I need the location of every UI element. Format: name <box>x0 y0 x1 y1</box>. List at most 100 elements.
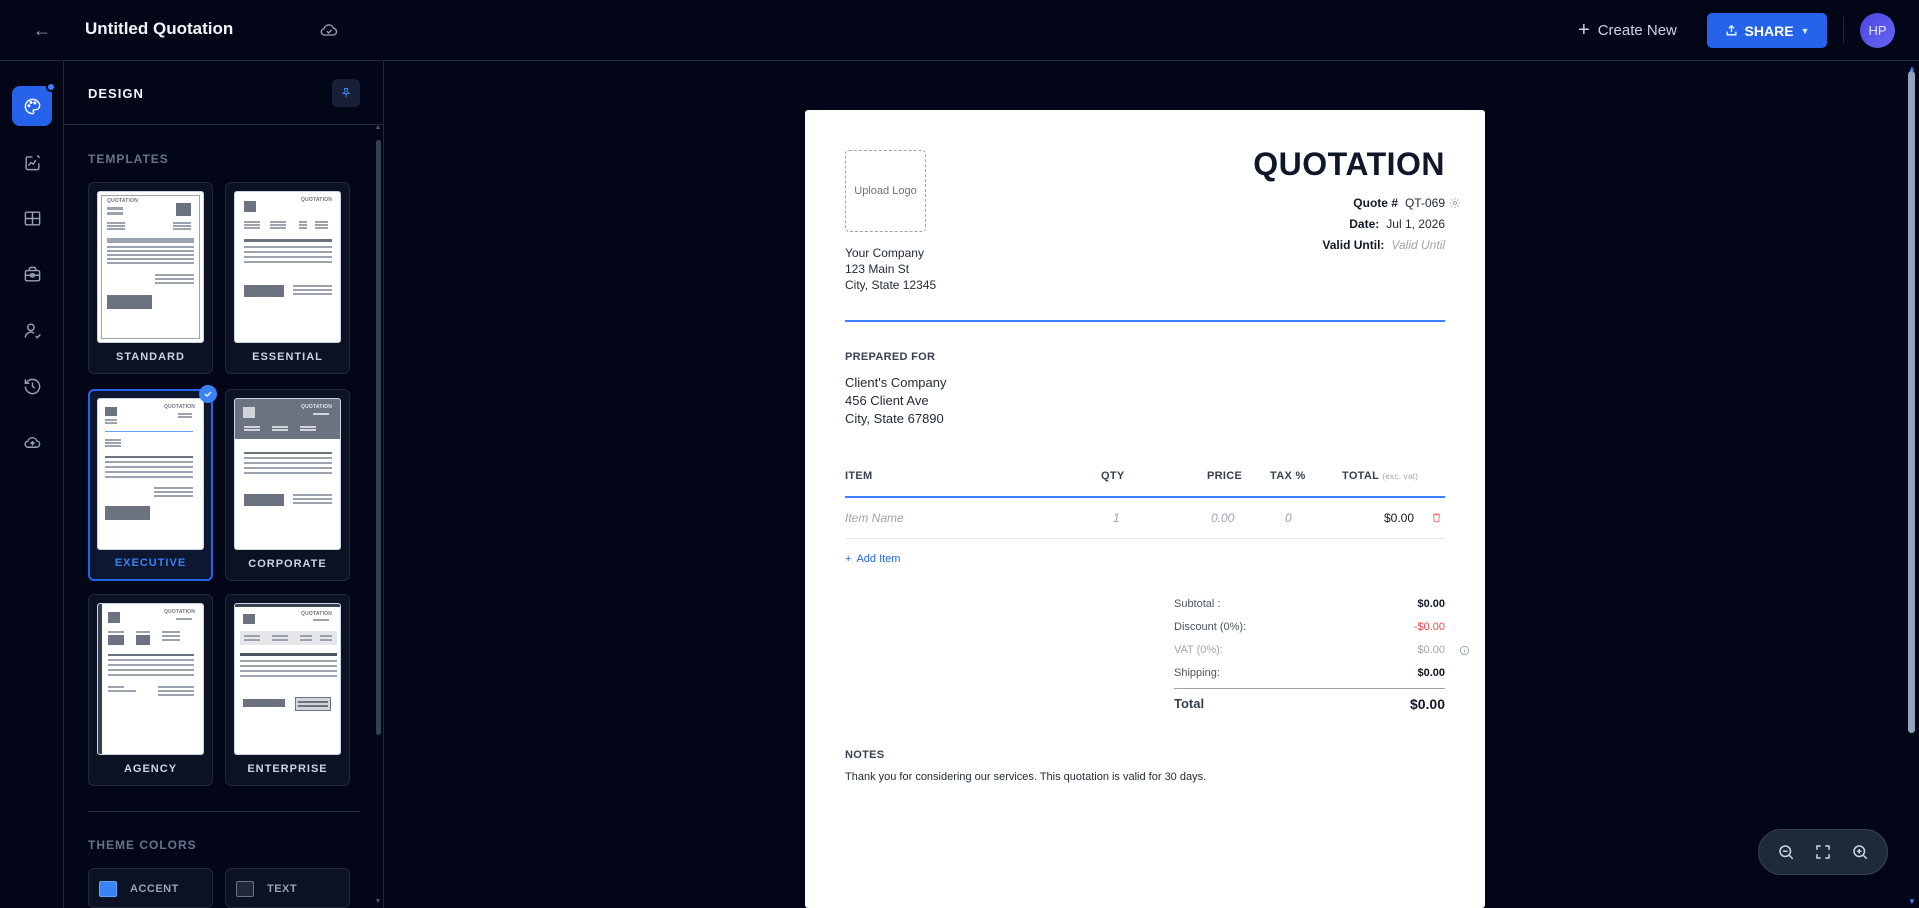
row-total: $0.00 <box>1384 511 1415 525</box>
selected-check-icon <box>199 385 217 403</box>
trash-icon[interactable] <box>1431 511 1442 524</box>
valid-until-row[interactable]: Valid Until: Valid Until <box>1322 238 1445 252</box>
date-row[interactable]: Date: Jul 1, 2026 <box>1349 217 1445 231</box>
canvas-scrollbar[interactable] <box>1908 71 1915 733</box>
accent-label: ACCENT <box>130 883 179 895</box>
history-icon <box>24 378 40 394</box>
column-header-tax: TAX % <box>1270 470 1306 482</box>
template-agency[interactable]: QUOTATION AGENCY <box>88 594 213 786</box>
vat-row[interactable]: VAT (0%): $0.00 <box>1174 644 1445 656</box>
subtotal-row: Subtotal : $0.00 <box>1174 598 1445 610</box>
total-header-label: TOTAL <box>1342 470 1379 482</box>
zoom-in-icon <box>1853 845 1868 860</box>
quote-number-row[interactable]: Quote # QT-069 <box>1353 196 1445 210</box>
quote-number-label: Quote # <box>1353 196 1398 210</box>
qty-input[interactable]: 1 <box>1113 511 1120 525</box>
totals-divider <box>1174 688 1445 689</box>
template-thumbnail: QUOTATION <box>97 603 204 755</box>
template-enterprise[interactable]: QUOTATION ENTERPRISE <box>225 594 350 786</box>
template-thumbnail: QUOTATION <box>234 603 341 755</box>
back-arrow-icon[interactable]: ← <box>29 19 55 41</box>
subtotal-value: $0.00 <box>1417 598 1445 610</box>
zoom-out-icon <box>1778 845 1793 860</box>
tax-input[interactable]: 0 <box>1285 511 1292 525</box>
avatar[interactable]: HP <box>1860 13 1895 48</box>
discount-row[interactable]: Discount (0%): -$0.00 <box>1174 621 1445 633</box>
history-rail-button[interactable] <box>12 366 52 406</box>
notes-text[interactable]: Thank you for considering our services. … <box>845 771 1206 783</box>
text-label: TEXT <box>267 883 298 895</box>
top-bar: ← Untitled Quotation + Create New SHARE … <box>0 0 1919 61</box>
client-city: City, State 67890 <box>845 411 944 426</box>
template-label: STANDARD <box>116 351 185 363</box>
price-input[interactable]: 0.00 <box>1211 511 1234 525</box>
quotation-title: QUOTATION <box>1253 146 1445 182</box>
template-thumbnail: QUOTATION <box>97 191 204 343</box>
grand-total-row: Total $0.00 <box>1174 696 1445 712</box>
panel-scrollbar[interactable] <box>376 140 381 735</box>
panel-scroll-up[interactable]: ▲ <box>374 124 382 131</box>
table-header-divider <box>845 496 1445 498</box>
discount-value: -$0.00 <box>1413 621 1445 633</box>
item-name-input[interactable]: Item Name <box>845 511 904 525</box>
create-new-button[interactable]: + Create New <box>1578 19 1677 41</box>
client-street: 456 Client Ave <box>845 393 929 408</box>
pin-button[interactable] <box>332 79 360 107</box>
client-name: Client's Company <box>845 375 947 390</box>
template-corporate[interactable]: QUOTATION CORPORATE <box>225 389 350 581</box>
upload-icon <box>1726 24 1737 36</box>
info-icon[interactable] <box>1459 645 1470 656</box>
fit-screen-button[interactable] <box>1809 838 1837 866</box>
share-button[interactable]: SHARE ▼ <box>1707 13 1827 48</box>
company-name: Your Company <box>845 246 924 260</box>
total-label: Total <box>1174 696 1205 711</box>
total-value: $0.00 <box>1409 696 1445 712</box>
template-standard[interactable]: QUOTATION STANDARD <box>88 182 213 374</box>
text-color-picker[interactable]: TEXT <box>225 868 350 908</box>
zoom-controls <box>1758 829 1888 875</box>
zoom-in-button[interactable] <box>1846 838 1874 866</box>
briefcase-icon <box>24 266 40 282</box>
notification-dot <box>46 82 56 92</box>
create-new-label: Create New <box>1597 21 1677 39</box>
client-rail-button[interactable] <box>12 310 52 350</box>
add-item-label: Add Item <box>856 553 901 565</box>
client-info[interactable]: Client's Company 456 Client Ave City, St… <box>845 374 946 428</box>
layout-rail-button[interactable] <box>12 198 52 238</box>
add-item-button[interactable]: + Add Item <box>845 553 900 565</box>
row-divider <box>845 538 1445 539</box>
template-thumbnail: QUOTATION <box>234 398 341 550</box>
quote-number-value: QT-069 <box>1404 196 1445 210</box>
text-swatch <box>236 881 254 897</box>
user-check-icon <box>24 322 41 339</box>
design-rail-button[interactable] <box>12 82 56 126</box>
pin-icon <box>341 88 351 98</box>
valid-until-label: Valid Until: <box>1322 238 1385 252</box>
cloud-save-icon[interactable] <box>318 20 340 40</box>
panel-divider <box>88 811 360 812</box>
quotation-page: Upload Logo Your Company 123 Main St Cit… <box>805 110 1485 908</box>
gear-icon[interactable] <box>1449 197 1461 209</box>
upload-rail-button[interactable] <box>12 422 52 462</box>
company-info[interactable]: Your Company 123 Main St City, State 123… <box>845 245 936 293</box>
zoom-out-button[interactable] <box>1772 838 1800 866</box>
valid-until-input[interactable]: Valid Until <box>1391 238 1445 252</box>
templates-label: TEMPLATES <box>88 152 169 166</box>
column-header-total: TOTAL (exc. vat) <box>1342 470 1418 482</box>
panel-scroll-down[interactable]: ▼ <box>374 898 382 905</box>
vat-label: VAT (0%): <box>1174 644 1223 656</box>
company-city: City, State 12345 <box>845 278 937 292</box>
notes-label: NOTES <box>845 749 885 761</box>
template-executive[interactable]: QUOTATION EXECUTIVE <box>88 385 217 581</box>
subtotal-label: Subtotal : <box>1174 598 1221 610</box>
accent-color-picker[interactable]: ACCENT <box>88 868 213 908</box>
upload-logo-area[interactable]: Upload Logo <box>845 150 926 232</box>
column-header-qty: QTY <box>1101 470 1125 482</box>
business-rail-button[interactable] <box>12 254 52 294</box>
shipping-row[interactable]: Shipping: $0.00 <box>1174 667 1445 679</box>
document-title[interactable]: Untitled Quotation <box>85 19 233 39</box>
canvas-scroll-down[interactable]: ▼ <box>1907 897 1917 906</box>
chart-rail-button[interactable] <box>12 142 52 182</box>
template-essential[interactable]: QUOTATION ESSENTIAL <box>225 182 350 374</box>
plus-icon: + <box>1578 19 1590 41</box>
